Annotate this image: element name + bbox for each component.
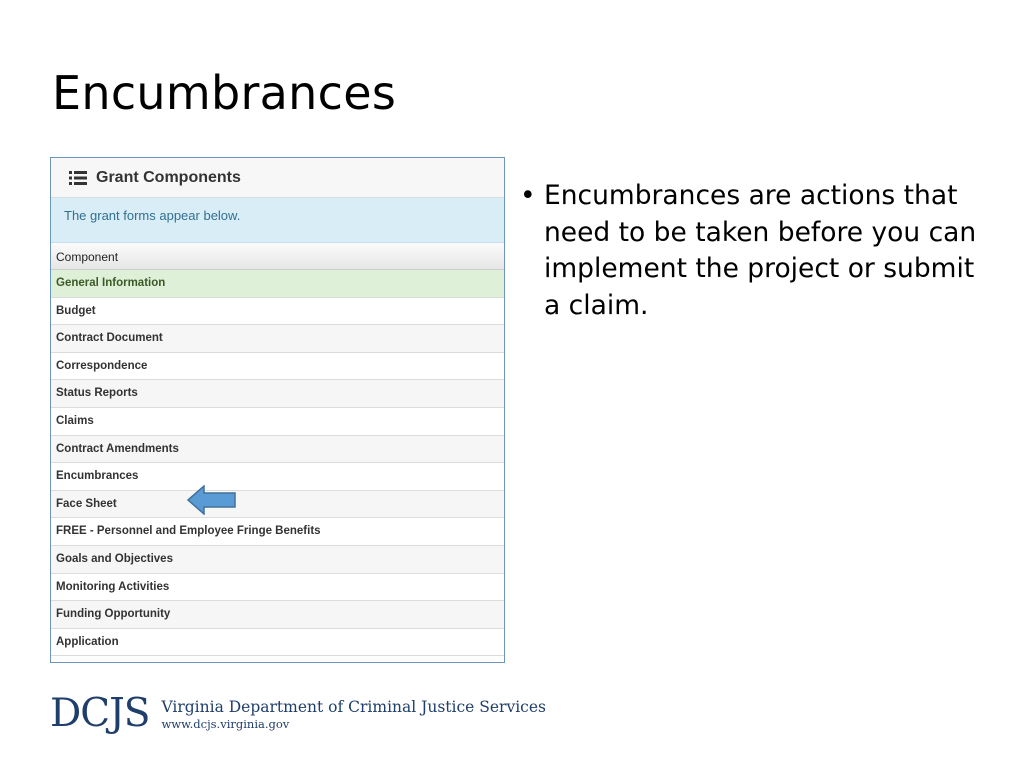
footer: DCJS Virginia Department of Criminal Jus…	[50, 694, 546, 734]
slide-title: Encumbrances	[52, 66, 397, 120]
panel-title: Grant Components	[96, 168, 241, 186]
component-row[interactable]: General Information	[51, 270, 504, 298]
component-row[interactable]: Monitoring Activities	[51, 573, 504, 602]
component-row[interactable]: Contract Amendments	[51, 435, 504, 464]
component-row[interactable]: Claims	[51, 407, 504, 436]
bullet-dot: •	[520, 180, 536, 211]
list-icon	[69, 170, 87, 185]
component-list: General Information Budget Contract Docume…	[51, 270, 504, 657]
component-row[interactable]: Face Sheet	[51, 490, 504, 519]
bullet-list: • Encumbrances are actions that need to …	[518, 178, 988, 324]
component-row[interactable]: Budget	[51, 297, 504, 326]
panel-header: Grant Components	[51, 158, 504, 198]
component-row[interactable]: Status Reports	[51, 380, 504, 408]
component-row[interactable]: Application	[51, 628, 504, 657]
agency-name: Virginia Department of Criminal Justice …	[161, 697, 546, 716]
info-notice: The grant forms appear below.	[51, 198, 504, 243]
arrow-left-icon	[187, 485, 236, 515]
component-row[interactable]: Correspondence	[51, 352, 504, 381]
component-row[interactable]: Contract Document	[51, 325, 504, 353]
component-row[interactable]: Encumbrances	[51, 463, 504, 491]
bullet-item: • Encumbrances are actions that need to …	[518, 178, 988, 324]
footer-text: Virginia Department of Criminal Justice …	[161, 698, 546, 731]
component-row[interactable]: FREE - Personnel and Employee Fringe Ben…	[51, 518, 504, 546]
agency-url[interactable]: www.dcjs.virginia.gov	[161, 717, 546, 731]
column-header: Component	[51, 243, 504, 270]
grant-components-panel: Grant Components The grant forms appear …	[50, 157, 505, 663]
dcjs-logo: DCJS	[50, 691, 150, 736]
component-row[interactable]: Funding Opportunity	[51, 601, 504, 629]
bullet-text: Encumbrances are actions that need to be…	[544, 180, 977, 321]
component-row[interactable]: Goals and Objectives	[51, 545, 504, 574]
